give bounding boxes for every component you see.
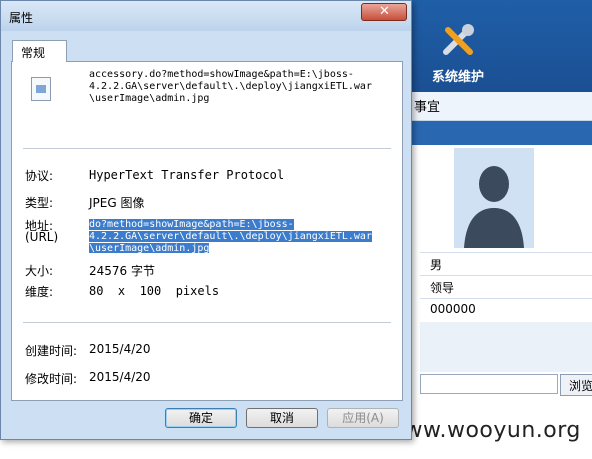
info-row: 领导 (420, 275, 592, 298)
subnav-item[interactable]: 事宜 (414, 96, 440, 115)
cancel-button[interactable]: 取消 (246, 408, 318, 428)
info-panel (420, 322, 592, 372)
address-label: 地址: (URL) (25, 219, 59, 244)
image-file-icon (31, 77, 51, 101)
tab-label: 常规 (21, 46, 46, 60)
system-maintenance-label[interactable]: 系统维护 (432, 66, 484, 85)
protocol-label: 协议: (25, 169, 54, 183)
type-value: JPEG 图像 (89, 196, 145, 210)
browse-button[interactable]: 浏览 (560, 374, 592, 396)
address-value[interactable]: do?method=showImage&path=E:\jboss- 4.2.2… (89, 219, 372, 253)
info-value: 领导 (430, 281, 455, 295)
divider (23, 322, 391, 323)
type-label: 类型: (25, 196, 54, 210)
info-value: 男 (430, 258, 443, 272)
close-button[interactable]: ✕ (361, 3, 407, 21)
file-name: accessory.do?method=showImage&path=E:\jb… (89, 69, 372, 103)
info-value: 000000 (430, 302, 476, 316)
size-label: 大小: (25, 264, 54, 278)
dimension-label: 维度: (25, 285, 54, 299)
modified-value: 2015/4/20 (89, 370, 151, 384)
avatar (454, 148, 534, 248)
created-label: 创建时间: (25, 344, 78, 358)
ok-button[interactable]: 确定 (165, 408, 237, 428)
modified-label: 修改时间: (25, 372, 78, 386)
divider (23, 148, 391, 149)
address-field[interactable]: do?method=showImage&path=E:\jboss- 4.2.2… (89, 219, 389, 253)
info-row: 000000 (420, 298, 592, 321)
title-bar[interactable]: 属性 ✕ (1, 1, 411, 31)
browse-label: 浏览 (569, 379, 592, 393)
close-icon: ✕ (379, 4, 390, 19)
properties-dialog: 属性 ✕ 常规 accessory.do?method=showImage&pa… (0, 0, 412, 440)
dimension-value: 80 x 100 pixels (89, 284, 220, 298)
protocol-value: HyperText Transfer Protocol (89, 168, 285, 182)
watermark: www.wooyun.org (386, 418, 581, 443)
image-thumbnail-icon (36, 85, 46, 93)
apply-button[interactable]: 应用(A) (327, 408, 399, 428)
tab-general[interactable]: 常规 (12, 40, 67, 62)
created-value: 2015/4/20 (89, 342, 151, 356)
dialog-title: 属性 (9, 11, 34, 25)
file-path-input[interactable] (420, 374, 558, 394)
info-row: 男 (420, 252, 592, 275)
tools-icon[interactable] (440, 22, 476, 58)
size-value: 24576 字节 (89, 264, 155, 278)
